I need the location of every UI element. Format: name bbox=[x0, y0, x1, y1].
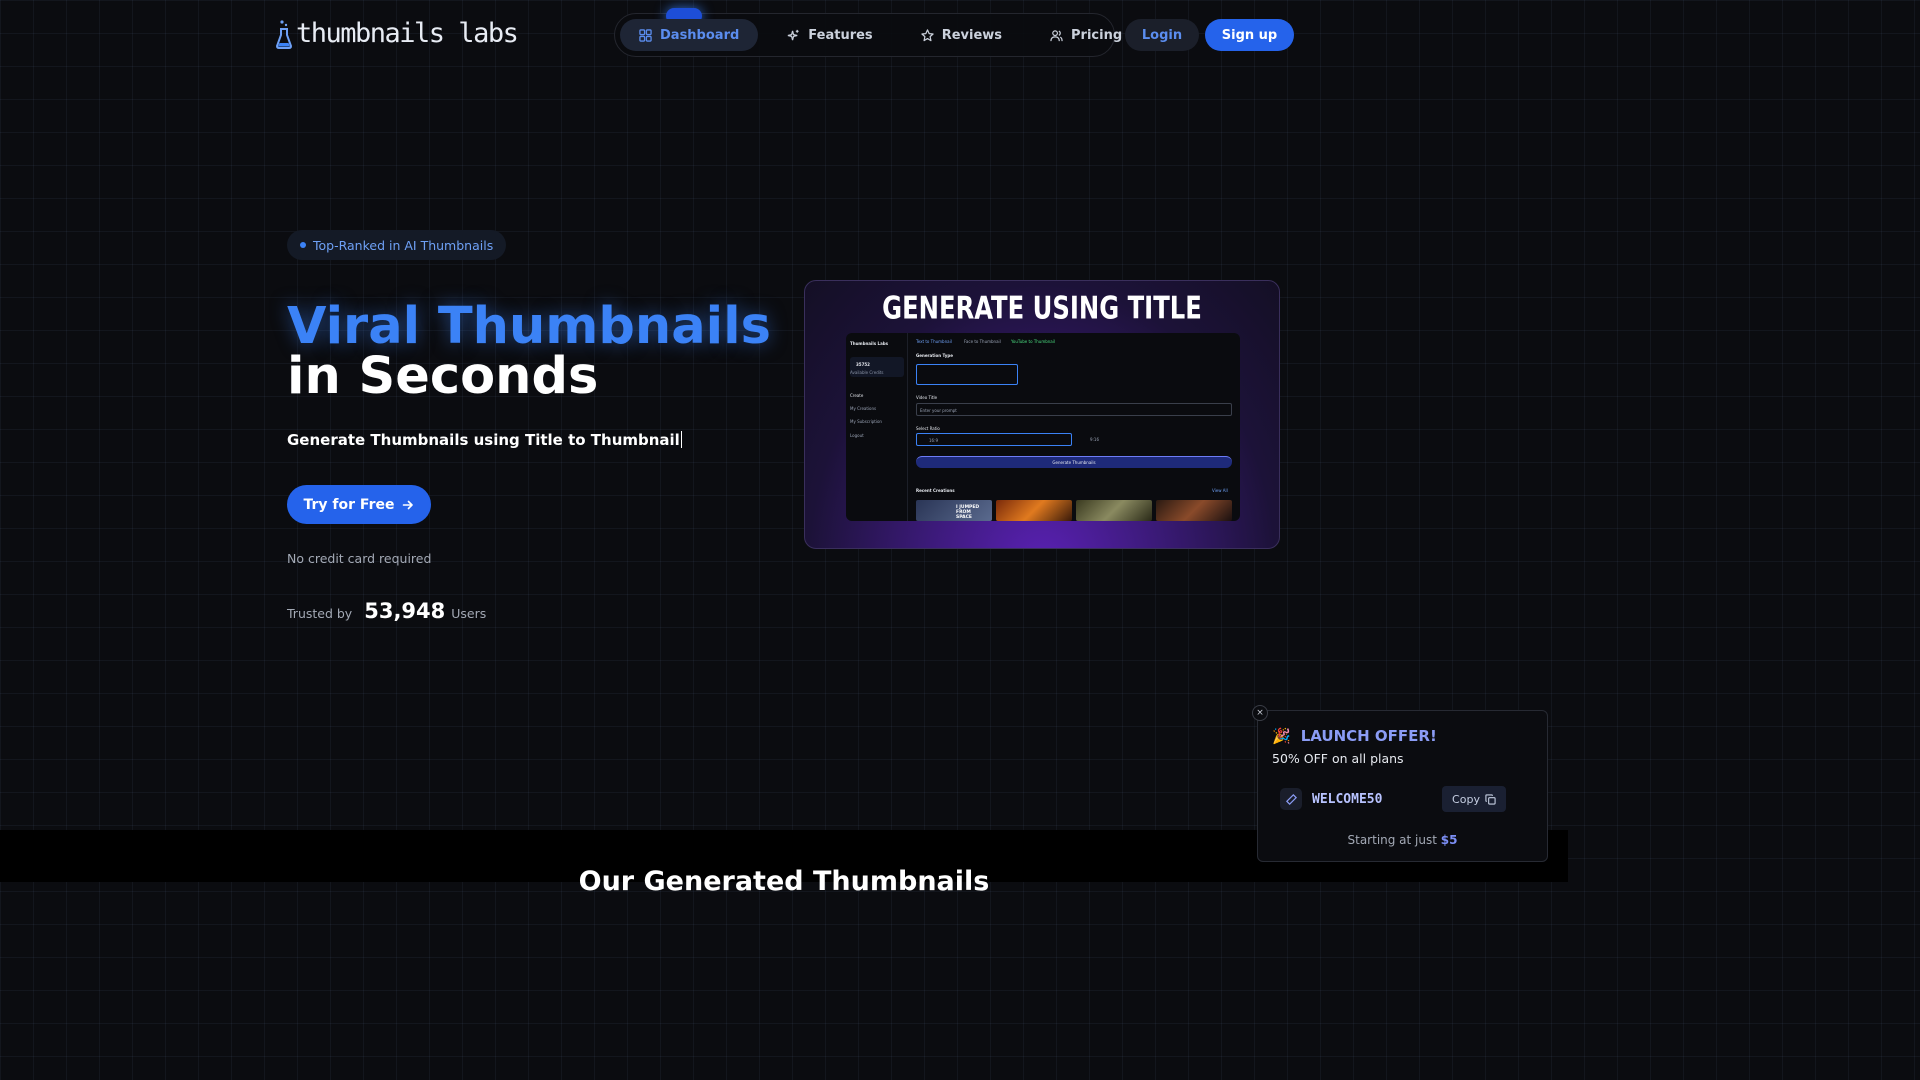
nav-item-reviews[interactable]: Reviews bbox=[902, 19, 1021, 51]
try-for-free-label: Try for Free bbox=[303, 496, 395, 513]
mock-ratio-b: 9:16 bbox=[1090, 437, 1099, 442]
trusted-by: Trusted by 53,948 Users bbox=[287, 599, 486, 623]
coupon-code-row: WELCOME50 bbox=[1280, 788, 1382, 810]
copy-icon bbox=[1485, 793, 1496, 805]
no-credit-card-note: No credit card required bbox=[287, 551, 432, 566]
flask-icon bbox=[276, 19, 292, 49]
mock-ratio-label: Select Ratio bbox=[916, 426, 940, 431]
nav-item-label: Dashboard bbox=[660, 27, 740, 43]
trusted-count: 53,948 bbox=[364, 599, 446, 623]
mock-type-card bbox=[1022, 364, 1124, 385]
star-icon bbox=[921, 28, 934, 41]
mock-prompt-input: Enter your prompt bbox=[916, 403, 1232, 416]
nav-item-dashboard[interactable]: Dashboard bbox=[620, 19, 759, 51]
offer-title: LAUNCH OFFER! bbox=[1300, 727, 1437, 745]
login-button[interactable]: Login bbox=[1125, 19, 1199, 51]
offer-starting-price: Starting at just $5 bbox=[1258, 833, 1547, 847]
mock-view-all: View All bbox=[1212, 488, 1228, 493]
mock-type-card bbox=[1128, 364, 1230, 385]
hero-subtitle: Generate Thumbnails using Title to Thumb… bbox=[287, 431, 682, 449]
mock-sidebar: Thumbnails Labs 35752 Available Credits … bbox=[846, 333, 908, 521]
brand-name: thumbnails labs bbox=[296, 18, 519, 49]
hero-title-line2: in Seconds bbox=[287, 347, 599, 406]
party-icon: 🎉 bbox=[1272, 727, 1291, 745]
section-title: Our Generated Thumbnails bbox=[578, 866, 990, 897]
mock-generation-type: Generation Type bbox=[916, 353, 953, 358]
mock-thumbnail: I JUMPED FROM SPACE bbox=[916, 500, 992, 521]
mock-type-card bbox=[916, 364, 1018, 385]
mock-thumbnail bbox=[1076, 500, 1152, 521]
nav-item-label: Features bbox=[808, 27, 873, 43]
mock-credits-label: Available Credits bbox=[850, 370, 884, 375]
launch-offer-popup: 🎉 LAUNCH OFFER! 50% OFF on all plans WEL… bbox=[1257, 710, 1548, 862]
mock-menu-logout: Logout bbox=[850, 433, 864, 438]
mock-thumbnail bbox=[1156, 500, 1232, 521]
grid-icon bbox=[639, 28, 652, 42]
ticket-icon bbox=[1280, 788, 1302, 810]
ranking-badge: Top-Ranked in AI Thumbnails bbox=[287, 230, 507, 260]
hero-title: Viral Thumbnails in Seconds bbox=[287, 297, 771, 406]
mock-menu-subscription: My Subscription bbox=[850, 419, 882, 424]
try-for-free-button[interactable]: Try for Free bbox=[287, 485, 431, 524]
mock-app-name: Thumbnails Labs bbox=[850, 341, 889, 346]
app-mockup: Thumbnails Labs 35752 Available Credits … bbox=[846, 333, 1240, 521]
mock-tab-face: Face to Thumbnail bbox=[964, 339, 1001, 344]
app-preview-image: GENERATE USING TITLE Thumbnails Labs 357… bbox=[804, 280, 1280, 549]
mock-tab-youtube: YouTube to Thumbnail bbox=[1011, 339, 1055, 344]
badge-dot-icon bbox=[300, 242, 306, 248]
mock-thumbnail-text: I JUMPED FROM SPACE bbox=[956, 505, 980, 520]
mock-recent-creations: Recent Creations bbox=[916, 488, 955, 493]
trusted-label: Trusted by bbox=[287, 606, 353, 621]
typing-caret bbox=[680, 431, 682, 448]
mock-generate-button: Generate Thumbnails bbox=[916, 456, 1232, 468]
hero-subtitle-text: Generate Thumbnails using Title to Thumb… bbox=[287, 431, 680, 449]
close-icon[interactable]: × bbox=[1252, 705, 1268, 721]
brand-logo[interactable]: thumbnails labs bbox=[276, 18, 519, 49]
arrow-right-icon bbox=[403, 500, 414, 509]
mock-ratio-a: 16:9 bbox=[916, 433, 1072, 446]
offer-price: $5 bbox=[1440, 833, 1458, 847]
mock-credits: 35752 bbox=[856, 362, 870, 367]
nav-item-label: Pricing bbox=[1071, 27, 1123, 43]
trusted-unit: Users bbox=[451, 606, 487, 621]
nav-item-features[interactable]: Features bbox=[768, 19, 891, 51]
offer-header: 🎉 LAUNCH OFFER! bbox=[1272, 727, 1437, 745]
mock-menu-creations: My Creations bbox=[850, 406, 877, 411]
preview-title: GENERATE USING TITLE bbox=[882, 290, 1202, 327]
mock-video-title-label: Video Title bbox=[916, 395, 938, 400]
mock-menu-create: Create bbox=[850, 393, 864, 398]
mock-tab-text: Text to Thumbnail bbox=[916, 339, 952, 344]
mock-thumbnail bbox=[996, 500, 1072, 521]
offer-subtitle: 50% OFF on all plans bbox=[1272, 751, 1404, 766]
copy-label: Copy bbox=[1452, 792, 1480, 806]
hero-title-line1: Viral Thumbnails bbox=[287, 297, 771, 356]
copy-code-button[interactable]: Copy bbox=[1442, 786, 1506, 812]
main-nav: Dashboard Features Reviews Pricing bbox=[614, 8, 1122, 57]
signup-button[interactable]: Sign up bbox=[1205, 19, 1294, 51]
badge-text: Top-Ranked in AI Thumbnails bbox=[313, 237, 494, 253]
offer-start-text: Starting at just bbox=[1347, 833, 1437, 847]
nav-item-label: Reviews bbox=[941, 27, 1003, 43]
sparkle-icon bbox=[788, 29, 799, 40]
users-icon bbox=[1050, 29, 1063, 41]
coupon-code[interactable]: WELCOME50 bbox=[1312, 792, 1382, 807]
